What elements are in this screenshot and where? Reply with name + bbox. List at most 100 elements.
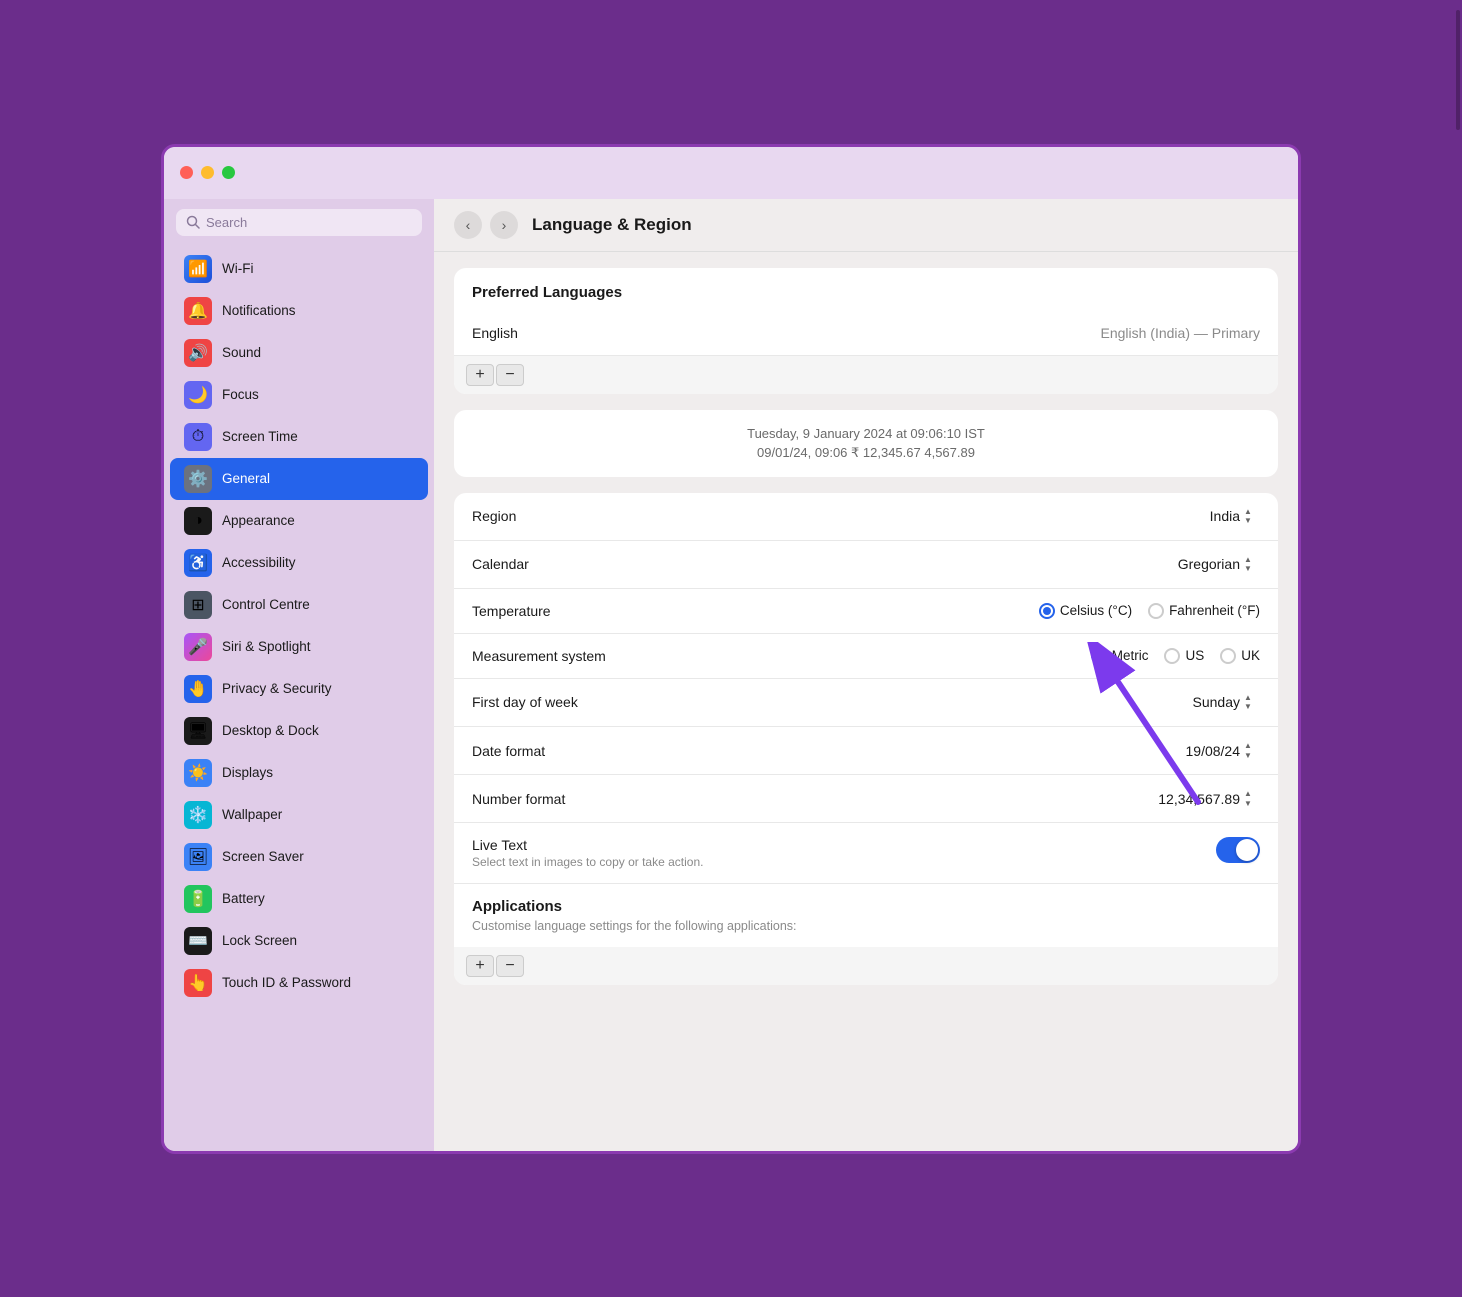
- numberformat-value-container: 12,34,567.89 ▲ ▼: [1158, 789, 1260, 808]
- accessibility-icon: ♿: [184, 549, 212, 577]
- fahrenheit-radio[interactable]: [1148, 603, 1164, 619]
- uk-radio[interactable]: [1220, 648, 1236, 664]
- numberformat-arrows[interactable]: ▲ ▼: [1244, 789, 1260, 808]
- region-arrows[interactable]: ▲ ▼: [1244, 507, 1260, 526]
- numberformat-stepper[interactable]: 12,34,567.89 ▲ ▼: [1158, 789, 1260, 808]
- desktopDock-icon: 🖥: [184, 717, 212, 745]
- uk-option[interactable]: UK: [1220, 648, 1260, 664]
- calendar-down-arrow[interactable]: ▼: [1244, 564, 1260, 574]
- sidebar-item-focus[interactable]: 🌙Focus: [170, 374, 428, 416]
- calendar-arrows[interactable]: ▲ ▼: [1244, 555, 1260, 574]
- sidebar-item-touchid[interactable]: 👆 Touch ID & Password: [170, 962, 428, 1004]
- live-text-description: Select text in images to copy or take ac…: [472, 855, 1216, 869]
- region-stepper[interactable]: India ▲ ▼: [1210, 507, 1260, 526]
- calendar-value-container: Gregorian ▲ ▼: [1178, 555, 1260, 574]
- metric-radio[interactable]: [1091, 648, 1107, 664]
- sidebar-item-sound[interactable]: 🔊Sound: [170, 332, 428, 374]
- preview-card: Tuesday, 9 January 2024 at 09:06:10 IST …: [454, 410, 1278, 477]
- calendar-up-arrow[interactable]: ▲: [1244, 555, 1260, 565]
- preview-numbers: 09/01/24, 09:06 ₹ 12,345.67 4,567.89: [472, 445, 1260, 461]
- wallpaper-icon: ❄️: [184, 801, 212, 829]
- page-title: Language & Region: [532, 215, 692, 235]
- forward-button[interactable]: ›: [490, 211, 518, 239]
- fahrenheit-label: Fahrenheit (°F): [1169, 603, 1260, 618]
- search-box[interactable]: Search: [176, 209, 422, 236]
- screentime-icon: ⏱: [184, 423, 212, 451]
- back-button[interactable]: ‹: [454, 211, 482, 239]
- add-language-button[interactable]: +: [466, 364, 494, 386]
- firstday-label: First day of week: [472, 694, 652, 710]
- celsius-radio[interactable]: [1039, 603, 1055, 619]
- sidebar-item-wallpaper[interactable]: ❄️Wallpaper: [170, 794, 428, 836]
- sidebar-item-appearance[interactable]: ◑Appearance: [170, 500, 428, 542]
- us-radio[interactable]: [1164, 648, 1180, 664]
- celsius-option[interactable]: Celsius (°C): [1039, 603, 1132, 619]
- sidebar-item-lockscreen[interactable]: ⌨️ Lock Screen: [170, 920, 428, 962]
- add-application-button[interactable]: +: [466, 955, 494, 977]
- dateformat-stepper[interactable]: 19/08/24 ▲ ▼: [1186, 741, 1261, 760]
- sidebar-item-controlcentre[interactable]: ⊞Control Centre: [170, 584, 428, 626]
- maximize-button[interactable]: [222, 166, 235, 179]
- sidebar-item-screensaver[interactable]: 🖼Screen Saver: [170, 836, 428, 878]
- us-label: US: [1185, 648, 1204, 663]
- region-up-arrow[interactable]: ▲: [1244, 507, 1260, 517]
- sidebar-item-siri[interactable]: 🎤Siri & Spotlight: [170, 626, 428, 668]
- sidebar-item-wifi[interactable]: 📶Wi-Fi: [170, 248, 428, 290]
- sidebar-item-privacy[interactable]: 🤚Privacy & Security: [170, 668, 428, 710]
- live-text-title: Live Text: [472, 837, 1216, 853]
- remove-language-button[interactable]: −: [496, 364, 524, 386]
- sidebar-item-label-lockscreen: Lock Screen: [222, 933, 297, 948]
- sidebar-item-label-battery: Battery: [222, 891, 265, 906]
- lockscreen-icon: ⌨️: [184, 927, 212, 955]
- numberformat-up-arrow[interactable]: ▲: [1244, 789, 1260, 799]
- main-window: Search 📶Wi-Fi🔔Notifications🔊Sound🌙Focus⏱…: [161, 144, 1301, 1154]
- close-button[interactable]: [180, 166, 193, 179]
- live-text-toggle[interactable]: [1216, 837, 1260, 863]
- numberformat-label: Number format: [472, 791, 652, 807]
- appearance-icon: ◑: [184, 507, 212, 535]
- language-row: English English (India) — Primary: [454, 311, 1278, 356]
- sidebar-item-screentime[interactable]: ⏱Screen Time: [170, 416, 428, 458]
- remove-application-button[interactable]: −: [496, 955, 524, 977]
- numberformat-down-arrow[interactable]: ▼: [1244, 799, 1260, 809]
- sidebar-item-label-notifications: Notifications: [222, 303, 296, 318]
- sidebar-item-displays[interactable]: ☀️Displays: [170, 752, 428, 794]
- preview-datetime: Tuesday, 9 January 2024 at 09:06:10 IST: [472, 426, 1260, 441]
- sidebar-item-accessibility[interactable]: ♿ Accessibility: [170, 542, 428, 584]
- region-down-arrow[interactable]: ▼: [1244, 516, 1260, 526]
- language-label: English: [472, 325, 592, 341]
- temperature-options: Celsius (°C) Fahrenheit (°F): [1039, 603, 1260, 619]
- minimize-button[interactable]: [201, 166, 214, 179]
- sidebar-item-label-focus: Focus: [222, 387, 259, 402]
- firstday-stepper[interactable]: Sunday ▲ ▼: [1193, 693, 1260, 712]
- firstday-arrows[interactable]: ▲ ▼: [1244, 693, 1260, 712]
- sidebar-item-label-touchid: Touch ID & Password: [222, 975, 351, 990]
- dateformat-arrows[interactable]: ▲ ▼: [1244, 741, 1260, 760]
- metric-option[interactable]: Metric: [1091, 648, 1149, 664]
- dateformat-down-arrow[interactable]: ▼: [1244, 751, 1260, 761]
- dateformat-up-arrow[interactable]: ▲: [1244, 741, 1260, 751]
- sidebar-item-general[interactable]: ⚙️General: [170, 458, 428, 500]
- sidebar-item-label-siri: Siri & Spotlight: [222, 639, 311, 654]
- firstday-up-arrow[interactable]: ▲: [1244, 693, 1260, 703]
- sidebar-item-desktopDock[interactable]: 🖥 Desktop & Dock: [170, 710, 428, 752]
- numberformat-row: Number format 12,34,567.89 ▲ ▼: [454, 775, 1278, 823]
- sidebar: Search 📶Wi-Fi🔔Notifications🔊Sound🌙Focus⏱…: [164, 199, 434, 1151]
- calendar-stepper[interactable]: Gregorian ▲ ▼: [1178, 555, 1260, 574]
- fahrenheit-option[interactable]: Fahrenheit (°F): [1148, 603, 1260, 619]
- search-icon: [186, 215, 200, 229]
- language-value: English (India) — Primary: [1101, 325, 1261, 341]
- touchid-icon: 👆: [184, 969, 212, 997]
- notifications-icon: 🔔: [184, 297, 212, 325]
- us-option[interactable]: US: [1164, 648, 1204, 664]
- sidebar-item-battery[interactable]: 🔋Battery: [170, 878, 428, 920]
- back-arrow-icon: ‹: [466, 217, 471, 233]
- region-label: Region: [472, 508, 652, 524]
- live-text-row: Live Text Select text in images to copy …: [454, 823, 1278, 884]
- preferred-languages-title: Preferred Languages: [454, 268, 1278, 311]
- sidebar-item-label-desktopDock: Desktop & Dock: [222, 723, 319, 738]
- sidebar-item-label-accessibility: Accessibility: [222, 555, 296, 570]
- toggle-knob: [1236, 839, 1258, 861]
- sidebar-item-notifications[interactable]: 🔔 Notifications: [170, 290, 428, 332]
- firstday-down-arrow[interactable]: ▼: [1244, 702, 1260, 712]
